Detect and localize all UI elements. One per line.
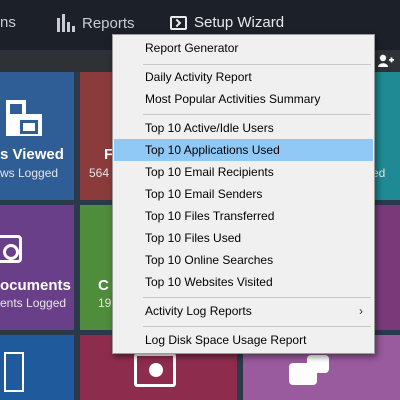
menu-separator — [143, 64, 371, 65]
tile-2[interactable]: F 564 — [80, 72, 112, 200]
nav-reports-label: Reports — [82, 14, 135, 32]
tile-subtitle: 564 — [89, 166, 110, 180]
add-user-icon[interactable] — [378, 54, 394, 68]
menu-separator — [143, 297, 371, 298]
menu-item-label: Report Generator — [145, 41, 239, 55]
menu-item-top10-applications-used[interactable]: Top 10 Applications Used — [114, 139, 373, 161]
nav-setup-wizard-label: Setup Wizard — [194, 14, 285, 31]
menu-item-label: Most Popular Activities Summary — [145, 92, 321, 106]
tile-pages-viewed[interactable]: s Viewed ws Logged — [0, 72, 74, 200]
nav-item-partial[interactable]: ns — [0, 14, 16, 31]
nav-item-partial-label: ns — [0, 14, 16, 31]
menu-item-top10-online-searches[interactable]: Top 10 Online Searches — [114, 249, 373, 271]
menu-item-label: Daily Activity Report — [145, 70, 252, 84]
menu-item-label: Top 10 Websites Visited — [145, 275, 273, 289]
menu-item-label: Log Disk Space Usage Report — [145, 333, 307, 347]
menu-item-label: Top 10 Files Used — [145, 231, 242, 245]
tile-subtitle: ents Logged — [0, 296, 67, 310]
tile-title: s Viewed — [0, 146, 64, 163]
menu-item-report-generator[interactable]: Report Generator — [114, 37, 373, 59]
menu-item-label: Top 10 Email Senders — [145, 187, 263, 201]
terminal-icon — [170, 15, 187, 30]
menu-item-top10-email-senders[interactable]: Top 10 Email Senders — [114, 183, 373, 205]
tile-title: C — [98, 277, 109, 294]
nav-reports[interactable]: Reports — [57, 14, 135, 32]
menu-item-label: Top 10 Email Recipients — [145, 165, 274, 179]
tile-5[interactable]: C 19 — [80, 205, 112, 330]
chat-icon — [289, 363, 317, 385]
tile-3[interactable]: ed — [372, 72, 400, 200]
menu-item-top10-files-transferred[interactable]: Top 10 Files Transferred — [114, 205, 373, 227]
menu-item-label: Top 10 Online Searches — [145, 253, 274, 267]
documents-icon — [6, 100, 46, 140]
menu-item-top10-websites-visited[interactable]: Top 10 Websites Visited — [114, 271, 373, 293]
menu-item-daily-activity-report[interactable]: Daily Activity Report — [114, 66, 373, 88]
menu-item-activity-log-reports[interactable]: Activity Log Reports › — [114, 300, 373, 322]
tile-documents[interactable]: ocuments ents Logged — [0, 205, 74, 330]
menu-item-top10-email-recipients[interactable]: Top 10 Email Recipients — [114, 161, 373, 183]
menu-item-label: Top 10 Applications Used — [145, 143, 280, 157]
tile-subtitle: 19 — [98, 296, 112, 310]
menu-item-label: Top 10 Files Transferred — [145, 209, 275, 223]
tile-7[interactable] — [0, 335, 74, 400]
menu-separator — [143, 114, 371, 115]
nav-setup-wizard[interactable]: Setup Wizard — [170, 14, 284, 31]
reports-dropdown-menu: Report Generator Daily Activity Report M… — [112, 34, 375, 354]
menu-item-most-popular-activities[interactable]: Most Popular Activities Summary — [114, 88, 373, 110]
chevron-right-icon: › — [359, 304, 363, 318]
menu-item-log-disk-space-usage-report[interactable]: Log Disk Space Usage Report — [114, 329, 373, 351]
menu-item-label: Top 10 Active/Idle Users — [145, 121, 274, 135]
folder-globe-icon — [134, 353, 176, 387]
menu-item-top10-active-idle-users[interactable]: Top 10 Active/Idle Users — [114, 117, 373, 139]
tile-title: F — [104, 146, 112, 163]
menu-item-label: Activity Log Reports — [145, 304, 252, 318]
image-icon — [4, 352, 24, 392]
tile-title: ocuments — [0, 277, 71, 294]
menu-separator — [143, 326, 371, 327]
bar-chart-icon — [57, 14, 75, 32]
tile-6[interactable] — [372, 205, 400, 330]
camera-icon — [0, 235, 22, 263]
tile-subtitle: ws Logged — [0, 166, 59, 180]
menu-item-top10-files-used[interactable]: Top 10 Files Used — [114, 227, 373, 249]
